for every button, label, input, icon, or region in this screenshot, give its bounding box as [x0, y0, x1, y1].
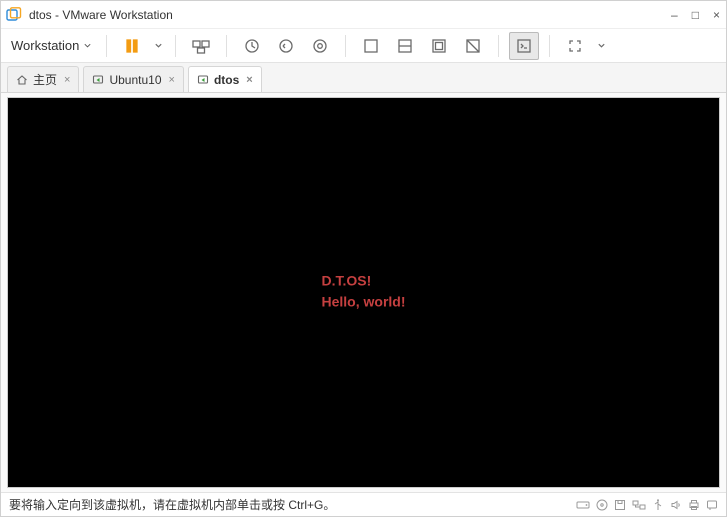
tab-label: 主页: [33, 71, 57, 88]
tab-label: dtos: [214, 73, 239, 87]
printer-icon[interactable]: [688, 499, 700, 511]
view-split-button[interactable]: [390, 32, 420, 60]
window-title: dtos - VMware Workstation: [29, 8, 671, 22]
fullscreen-button[interactable]: [560, 32, 590, 60]
workstation-menu-label: Workstation: [11, 38, 79, 53]
status-device-icons: [576, 499, 718, 511]
hard-disk-icon[interactable]: [576, 499, 590, 511]
tab-close-button[interactable]: ×: [64, 74, 70, 86]
close-button[interactable]: ×: [713, 8, 720, 22]
send-ctrl-alt-del-button[interactable]: [186, 32, 216, 60]
tab-ubuntu10[interactable]: Ubuntu10 ×: [83, 66, 183, 92]
console-view-button[interactable]: [509, 32, 539, 60]
separator: [226, 35, 227, 57]
tab-close-button[interactable]: ×: [246, 74, 252, 86]
workstation-menu-button[interactable]: Workstation: [7, 36, 96, 55]
pause-dropdown-button[interactable]: [151, 32, 165, 60]
usb-icon[interactable]: [652, 499, 664, 511]
network-icon[interactable]: [632, 499, 646, 511]
separator: [549, 35, 550, 57]
vm-icon: [92, 74, 104, 86]
app-icon: [5, 6, 23, 24]
revert-snapshot-button[interactable]: [271, 32, 301, 60]
vm-viewport: D.T.OS! Hello, world!: [1, 93, 726, 492]
title-bar: dtos - VMware Workstation – □ ×: [1, 1, 726, 29]
snapshot-button[interactable]: [237, 32, 267, 60]
pause-vm-button[interactable]: [117, 32, 147, 60]
fullscreen-dropdown-button[interactable]: [594, 32, 608, 60]
tab-home[interactable]: 主页 ×: [7, 66, 79, 92]
view-single-button[interactable]: [356, 32, 386, 60]
cd-dvd-icon[interactable]: [596, 499, 608, 511]
tab-close-button[interactable]: ×: [169, 74, 175, 86]
status-bar: 要将输入定向到该虚拟机，请在虚拟机内部单击或按 Ctrl+G。: [1, 492, 726, 516]
view-unity-button[interactable]: [458, 32, 488, 60]
sound-icon[interactable]: [670, 499, 682, 511]
tab-dtos[interactable]: dtos ×: [188, 66, 262, 92]
vm-console-text: D.T.OS! Hello, world!: [322, 271, 406, 314]
separator: [345, 35, 346, 57]
maximize-button[interactable]: □: [692, 8, 699, 22]
toolbar: Workstation: [1, 29, 726, 63]
vm-icon: [197, 74, 209, 86]
status-message: 要将输入定向到该虚拟机，请在虚拟机内部单击或按 Ctrl+G。: [9, 496, 570, 513]
separator: [175, 35, 176, 57]
tab-label: Ubuntu10: [109, 73, 161, 87]
caret-down-icon: [83, 38, 92, 53]
view-thumbnail-button[interactable]: [424, 32, 454, 60]
home-icon: [16, 74, 28, 86]
window-controls: – □ ×: [671, 8, 720, 22]
floppy-icon[interactable]: [614, 499, 626, 511]
separator: [498, 35, 499, 57]
message-log-icon[interactable]: [706, 499, 718, 511]
separator: [106, 35, 107, 57]
snapshot-manager-button[interactable]: [305, 32, 335, 60]
vm-console[interactable]: D.T.OS! Hello, world!: [7, 97, 720, 488]
tab-bar: 主页 × Ubuntu10 × dtos ×: [1, 63, 726, 93]
minimize-button[interactable]: –: [671, 8, 678, 22]
